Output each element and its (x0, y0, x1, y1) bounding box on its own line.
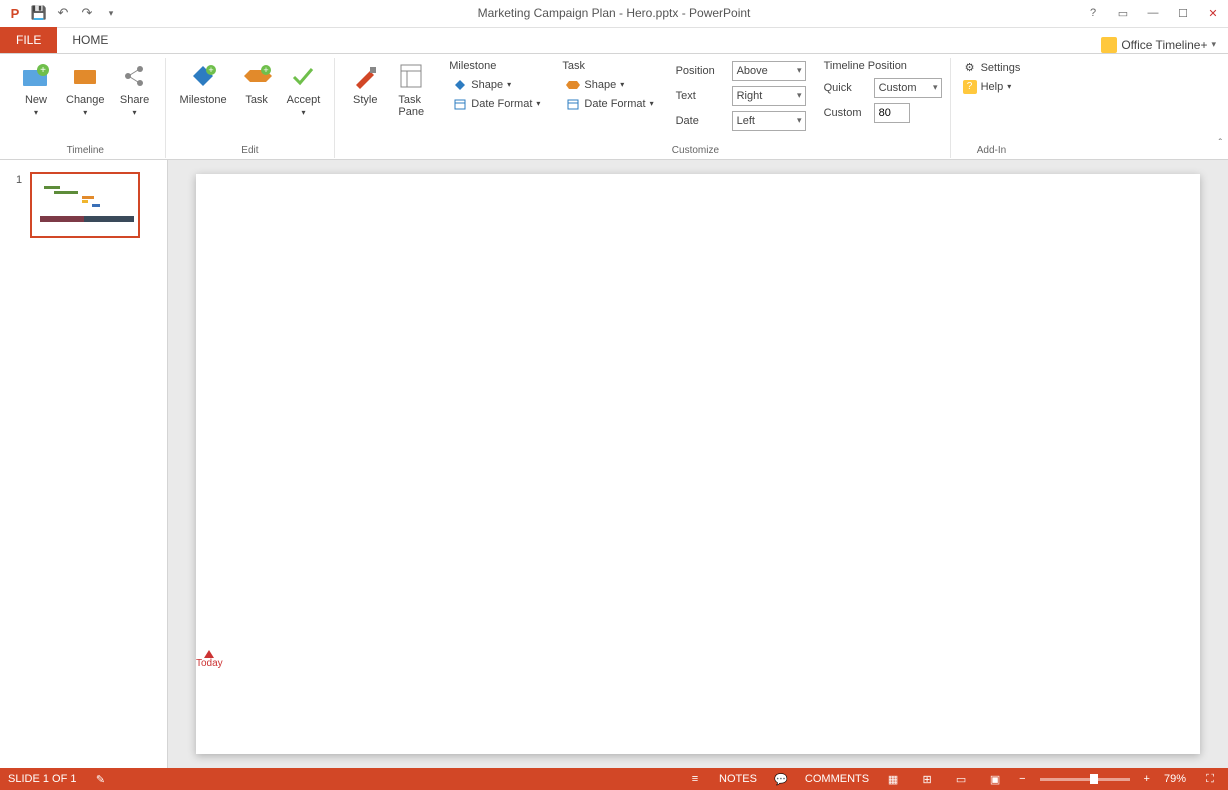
collapse-ribbon-icon[interactable]: ˆ (1219, 138, 1222, 149)
task-shape-button[interactable]: Shape▾ (562, 77, 657, 93)
ribbon: + New▾ Change▾ Share▾ Timeline + Miles (0, 54, 1228, 161)
ribbon-display-icon[interactable]: ▭ (1108, 2, 1138, 24)
workspace: 1 Today (0, 160, 1228, 768)
quick-select[interactable]: Custom (874, 78, 942, 98)
settings-button[interactable]: ⚙Settings (959, 60, 1025, 76)
milestone-button[interactable]: + Milestone (174, 58, 233, 108)
group-edit: + Milestone + Task Accept▾ Edit (166, 58, 336, 158)
task-pane-button[interactable]: Task Pane (389, 58, 433, 120)
change-button[interactable]: Change▾ (60, 58, 111, 119)
new-button[interactable]: + New▾ (14, 58, 58, 119)
spellcheck-icon[interactable]: ✎ (90, 773, 110, 786)
task-button[interactable]: + Task (235, 58, 279, 108)
powerpoint-icon: P (4, 2, 26, 24)
notes-icon[interactable]: ≡ (685, 773, 705, 785)
position-select[interactable]: Above (732, 61, 806, 81)
share-button[interactable]: Share▾ (113, 58, 157, 119)
comments-button[interactable]: COMMENTS (805, 773, 869, 785)
svg-text:+: + (208, 65, 213, 75)
zoom-slider[interactable] (1040, 778, 1130, 781)
save-icon[interactable]: 💾 (28, 2, 50, 24)
svg-text:+: + (40, 65, 46, 76)
zoom-level[interactable]: 79% (1164, 773, 1186, 785)
group-customize: Milestone Shape▾ Date Format▾ Task Shape… (441, 58, 950, 158)
slide-counter: SLIDE 1 OF 1 (8, 773, 76, 785)
ribbon-tabs: FILE HOME Office Timeline+ ▾ (0, 28, 1228, 54)
undo-icon[interactable]: ↶ (52, 2, 74, 24)
zoom-out-icon[interactable]: − (1019, 773, 1025, 785)
status-bar: SLIDE 1 OF 1 ✎ ≡ NOTES 💬 COMMENTS ▦ ⊞ ▭ … (0, 768, 1228, 790)
help-button[interactable]: ?Help▾ (959, 79, 1025, 95)
tab-home[interactable]: HOME (57, 27, 123, 53)
qat-dropdown-icon[interactable]: ▾ (100, 2, 122, 24)
text-select[interactable]: Right (732, 86, 806, 106)
notes-button[interactable]: NOTES (719, 773, 757, 785)
window-title: Marketing Campaign Plan - Hero.pptx - Po… (0, 6, 1228, 20)
normal-view-icon[interactable]: ▦ (883, 773, 903, 786)
title-bar: P 💾 ↶ ↷ ▾ Marketing Campaign Plan - Hero… (0, 0, 1228, 28)
timeline-position-column: Timeline Position QuickCustom Custom (824, 58, 942, 124)
minimize-icon[interactable]: — (1138, 2, 1168, 24)
fit-to-window-icon[interactable]: ⛶ (1200, 773, 1220, 786)
accept-button[interactable]: Accept▾ (281, 58, 327, 119)
zoom-in-icon[interactable]: + (1144, 773, 1150, 785)
today-label: Today (196, 658, 223, 669)
reading-view-icon[interactable]: ▭ (951, 773, 971, 786)
redo-icon[interactable]: ↷ (76, 2, 98, 24)
date-select[interactable]: Left (732, 111, 806, 131)
sorter-view-icon[interactable]: ⊞ (917, 773, 937, 786)
milestone-dateformat-button[interactable]: Date Format▾ (449, 96, 544, 112)
office-timeline-icon (1101, 37, 1117, 53)
task-dateformat-button[interactable]: Date Format▾ (562, 96, 657, 112)
position-column: PositionAbove TextRight DateLeft (676, 58, 806, 132)
slide-thumbnail-1[interactable]: 1 (30, 172, 140, 238)
custom-input[interactable] (874, 103, 910, 123)
maximize-icon[interactable]: ☐ (1168, 2, 1198, 24)
group-addin: ⚙Settings ?Help▾ Add-In (951, 58, 1033, 158)
right-label[interactable]: Office Timeline+ (1121, 38, 1207, 52)
group-style: Style Task Pane (335, 58, 441, 158)
help-icon[interactable]: ? (1078, 2, 1108, 24)
slide-canvas[interactable]: Today (196, 174, 1200, 754)
milestone-shape-button[interactable]: Shape▾ (449, 77, 544, 93)
style-button[interactable]: Style (343, 58, 387, 108)
file-tab[interactable]: FILE (0, 27, 57, 53)
svg-text:+: + (263, 65, 268, 75)
thumbnail-panel: 1 (0, 160, 168, 768)
comments-icon[interactable]: 💬 (771, 773, 791, 786)
group-timeline: + New▾ Change▾ Share▾ Timeline (6, 58, 166, 158)
milestone-column: Milestone Shape▾ Date Format▾ (449, 58, 544, 112)
task-column: Task Shape▾ Date Format▾ (562, 58, 657, 112)
chevron-down-icon[interactable]: ▾ (1211, 39, 1216, 50)
slideshow-view-icon[interactable]: ▣ (985, 773, 1005, 786)
today-marker-icon (204, 650, 214, 658)
close-icon[interactable]: ✕ (1198, 2, 1228, 24)
